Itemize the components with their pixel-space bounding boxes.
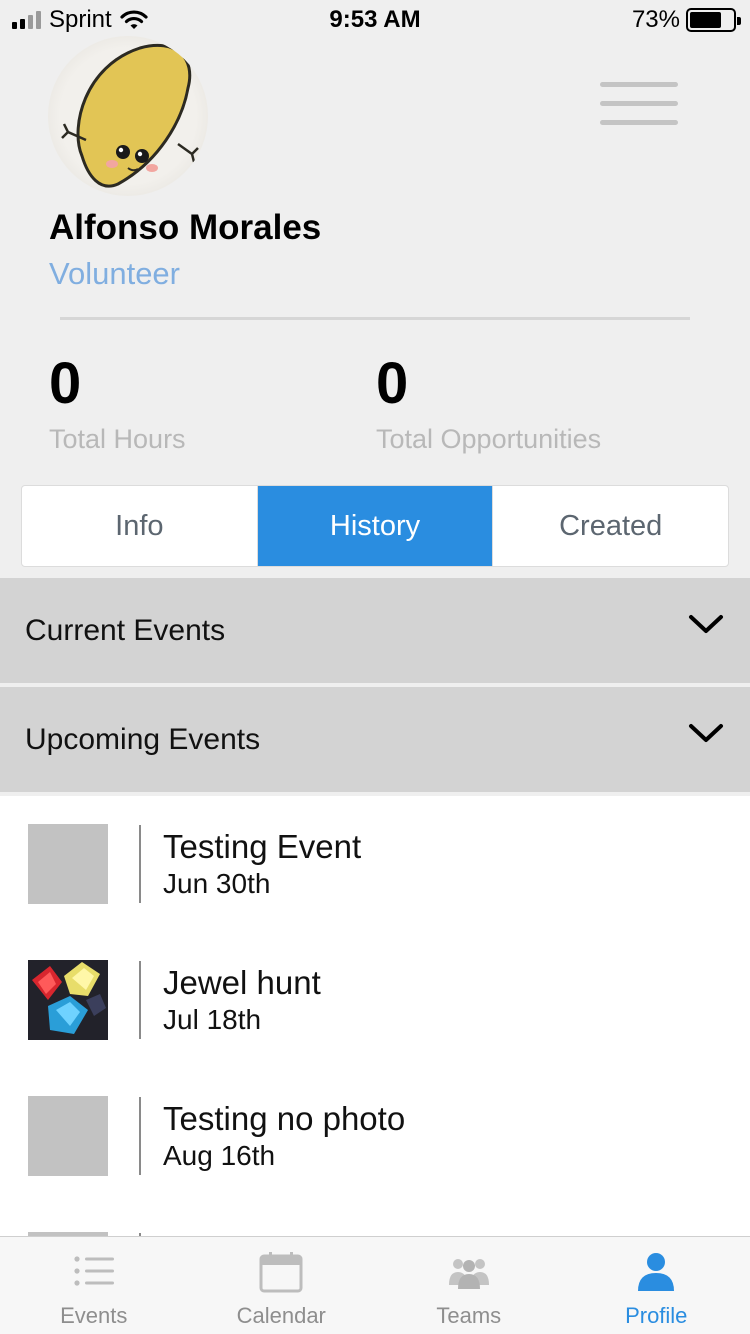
tabbar-item-profile[interactable]: Profile bbox=[563, 1237, 750, 1334]
tabbar-label: Profile bbox=[625, 1303, 688, 1328]
event-thumbnail bbox=[28, 960, 108, 1040]
hamburger-menu-icon[interactable] bbox=[600, 82, 678, 130]
list-item[interactable] bbox=[0, 1204, 750, 1236]
event-date: Jul 18th bbox=[163, 1004, 262, 1035]
event-thumbnail-placeholder bbox=[28, 1096, 108, 1176]
teams-icon bbox=[448, 1259, 489, 1289]
calendar-icon bbox=[259, 1252, 303, 1293]
status-right: 73% bbox=[631, 6, 741, 34]
event-date: Jun 30th bbox=[163, 868, 271, 899]
list-item[interactable]: Jewel hunt Jul 18th bbox=[0, 932, 750, 1062]
list-item[interactable]: Testing Event Jun 30th bbox=[0, 796, 750, 926]
event-title: Jewel hunt bbox=[163, 964, 321, 1001]
tabbar-label: Teams bbox=[436, 1303, 502, 1328]
event-date: Aug 16th bbox=[163, 1140, 276, 1171]
tab-history[interactable]: History bbox=[257, 486, 494, 566]
tab-bar: Events Calendar Teams Profile bbox=[0, 1236, 750, 1334]
jewels-image bbox=[28, 960, 108, 1040]
upcoming-events-section[interactable]: Upcoming Events bbox=[0, 687, 750, 792]
tabbar-label: Calendar bbox=[236, 1303, 326, 1328]
event-title: Testing Event bbox=[163, 828, 362, 865]
tab-created[interactable]: Created bbox=[493, 486, 728, 566]
battery-percent: 73% bbox=[631, 6, 680, 33]
tabbar-item-calendar[interactable]: Calendar bbox=[188, 1237, 376, 1334]
battery-fill bbox=[690, 12, 721, 28]
divider bbox=[60, 317, 690, 320]
tabbar-item-teams[interactable]: Teams bbox=[375, 1237, 563, 1334]
total-opportunities-value: 0 bbox=[376, 351, 409, 416]
chevron-down-icon bbox=[689, 724, 723, 742]
section-title: Current Events bbox=[25, 613, 226, 647]
lemon-avatar-icon bbox=[61, 36, 199, 188]
current-events-section[interactable]: Current Events bbox=[0, 578, 750, 683]
total-hours-label: Total Hours bbox=[49, 424, 186, 454]
avatar[interactable] bbox=[48, 36, 208, 196]
total-hours-value: 0 bbox=[49, 351, 82, 416]
total-opportunities-label: Total Opportunities bbox=[376, 424, 602, 454]
event-list: Testing Event Jun 30th Jewel hunt Jul 18… bbox=[0, 796, 750, 1236]
list-icon bbox=[74, 1256, 114, 1286]
tab-info[interactable]: Info bbox=[22, 486, 258, 566]
status-bar: Sprint 9:53 AM 73% bbox=[0, 0, 750, 40]
profile-name: Alfonso Morales bbox=[49, 208, 322, 247]
battery-icon bbox=[686, 8, 741, 32]
tabbar-label: Events bbox=[60, 1303, 128, 1328]
event-title: Testing no photo bbox=[163, 1100, 406, 1137]
event-thumbnail-placeholder bbox=[28, 824, 108, 904]
list-item[interactable]: Testing no photo Aug 16th bbox=[0, 1068, 750, 1198]
chevron-down-icon bbox=[689, 615, 723, 633]
person-icon bbox=[638, 1253, 675, 1291]
profile-role: Volunteer bbox=[49, 256, 180, 291]
section-title: Upcoming Events bbox=[25, 722, 261, 756]
tabbar-item-events[interactable]: Events bbox=[0, 1237, 188, 1334]
divider bbox=[139, 825, 141, 903]
divider bbox=[139, 1097, 141, 1175]
divider bbox=[139, 961, 141, 1039]
profile-tabs: Info History Created bbox=[21, 485, 729, 567]
